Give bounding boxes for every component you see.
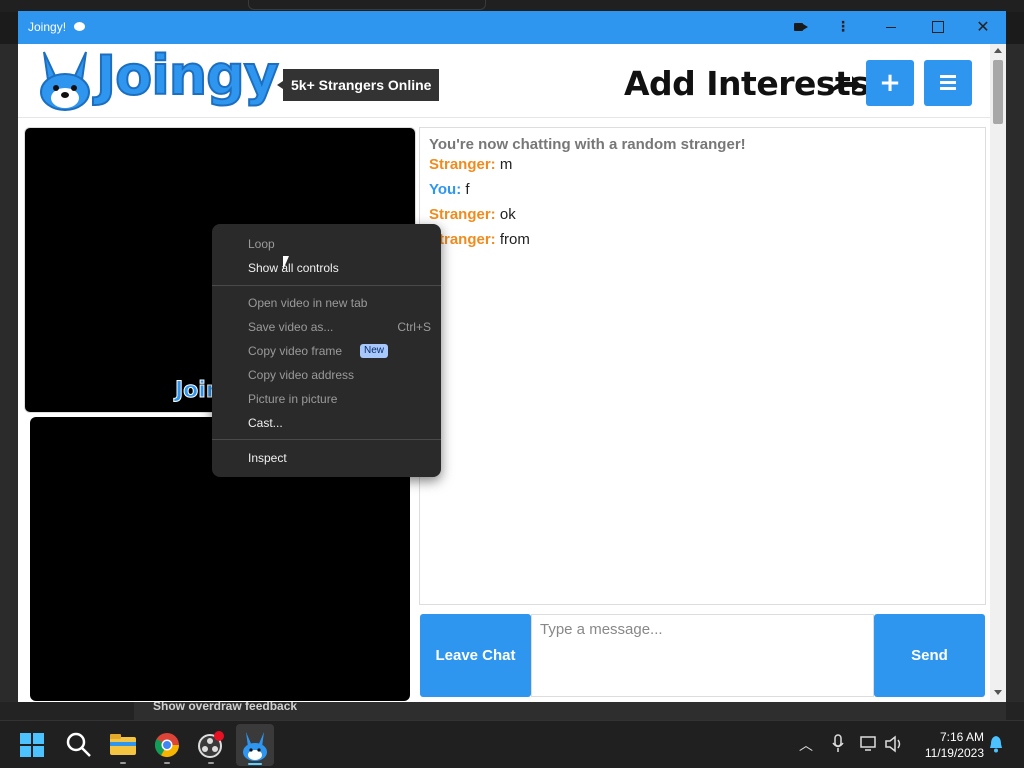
scroll-up-arrow-icon[interactable] [994,48,1002,53]
message-text: ok [499,206,516,223]
chat-bubble-icon [74,22,85,31]
app-window: Joingy! ⋮ ✕ Joingy 5k+ Strangers Online … [18,11,1006,702]
menu-item-shortcut: Ctrl+S [397,320,431,334]
menu-item-cast[interactable]: Cast... [212,411,441,435]
curved-arrow-icon [830,76,861,94]
chat-message: Stranger: from [429,231,976,256]
mouse-cursor-icon [283,256,289,270]
window-title: Joingy! [28,20,67,34]
close-button[interactable]: ✕ [974,17,992,37]
clock-time: 7:16 AM [939,730,984,744]
site-header: Joingy 5k+ Strangers Online Add Interest… [18,43,990,118]
volume-icon[interactable] [884,735,904,753]
hamburger-icon [940,75,956,91]
strangers-online-badge: 5k+ Strangers Online [276,69,440,101]
joingy-app-icon[interactable] [236,724,274,766]
chevron-up-icon[interactable]: ︿ [799,735,813,755]
network-icon[interactable] [859,735,879,753]
add-interests-button[interactable]: + [866,60,914,106]
background-left-strip [0,44,18,704]
menu-item-label: Inspect [248,451,287,465]
menu-item-picture-in-picture[interactable]: Picture in picture [212,387,441,411]
chat-message: Stranger: ok [429,206,976,231]
scrollbar-thumb[interactable] [993,60,1003,124]
background-right-strip [1006,44,1024,720]
search-icon[interactable] [64,730,94,760]
running-indicator [120,762,126,764]
logo-text[interactable]: Joingy [95,43,280,108]
video-camera-icon[interactable] [794,17,808,37]
minimize-button[interactable] [882,17,900,37]
menu-divider [212,439,441,440]
message-text: f [465,181,470,198]
menu-item-loop[interactable]: Loop [212,232,441,256]
chrome-icon[interactable] [152,730,182,764]
chat-message: Stranger: m [429,156,976,181]
menu-button[interactable] [924,60,972,106]
system-clock[interactable]: 7:16 AM 11/19/2023 [912,729,984,761]
chat-log: You're now chatting with a random strang… [419,127,986,605]
menu-divider [212,285,441,286]
video-context-menu: Loop Show all controls Open video in new… [212,224,441,477]
microphone-icon[interactable] [831,734,845,754]
menu-item-open-video-new-tab[interactable]: Open video in new tab [212,291,441,315]
message-sender: Stranger: [429,156,496,173]
taskbar: ︿ 7:16 AM 11/19/2023 [0,720,1024,768]
bunny-logo-icon[interactable] [34,48,96,112]
file-explorer-icon[interactable] [108,730,138,764]
message-sender: Stranger: [429,206,496,223]
menu-item-copy-video-address[interactable]: Copy video address [212,363,441,387]
windows-start-icon[interactable] [20,733,44,757]
menu-item-label: Copy video address [248,368,355,382]
message-text: m [499,156,513,173]
more-options-icon[interactable]: ⋮ [836,17,850,37]
new-badge: New [360,344,389,358]
background-browser-tab [248,0,486,10]
maximize-button[interactable] [928,17,946,37]
running-indicator [208,762,214,764]
menu-item-label: Open video in new tab [248,296,368,310]
menu-item-copy-video-frame[interactable]: Copy video frame New [212,339,441,363]
obs-studio-icon[interactable] [196,730,226,764]
message-text: from [499,231,530,248]
send-button[interactable]: Send [874,614,985,697]
menu-item-inspect[interactable]: Inspect [212,446,441,470]
notification-bell-icon[interactable] [989,735,1003,753]
menu-item-show-all-controls[interactable]: Show all controls [212,256,441,280]
chat-content: Join You're now chatting with a random s… [18,119,990,702]
menu-item-label: Show all controls [248,261,339,275]
message-sender: You: [429,181,462,198]
clock-date: 11/19/2023 [924,746,984,760]
chat-intro-text: You're now chatting with a random strang… [429,136,746,153]
scroll-down-arrow-icon[interactable] [994,690,1002,695]
menu-item-save-video[interactable]: Save video as... Ctrl+S [212,315,441,339]
menu-item-label: Cast... [248,416,283,430]
leave-chat-button[interactable]: Leave Chat [420,614,531,697]
title-bar: Joingy! ⋮ ✕ [18,11,1006,44]
menu-item-label: Loop [248,237,275,251]
message-input[interactable]: Type a message... [531,614,874,697]
chat-message: You: f [429,181,976,206]
menu-item-label: Copy video frame [248,344,343,358]
page-scrollbar[interactable] [990,44,1006,702]
running-indicator [164,762,170,764]
menu-item-label: Save video as... [248,320,334,334]
menu-item-label: Picture in picture [248,392,338,406]
